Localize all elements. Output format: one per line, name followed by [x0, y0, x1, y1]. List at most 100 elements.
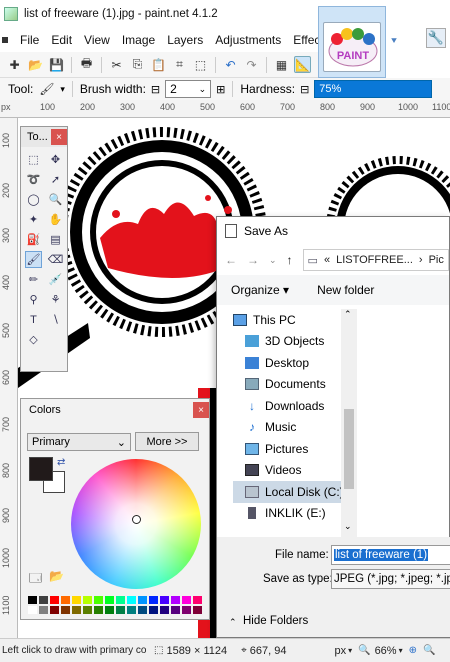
hide-folders-button[interactable]: Hide Folders: [243, 615, 308, 627]
palette-swatch[interactable]: [192, 595, 203, 605]
palette-swatch[interactable]: [104, 605, 115, 615]
image-thumbnail[interactable]: PAINT: [323, 22, 381, 72]
palette-swatch[interactable]: [93, 605, 104, 615]
grid-icon[interactable]: ▦: [273, 56, 290, 73]
organize-button[interactable]: Organize ▾: [231, 283, 289, 297]
up-arrow-icon[interactable]: ↑: [287, 253, 293, 267]
more-colors-button[interactable]: More >>: [135, 432, 199, 451]
palette-swatch[interactable]: [49, 605, 60, 615]
menu-layers[interactable]: Layers: [161, 33, 209, 47]
palette-swatch[interactable]: [49, 595, 60, 605]
units-select[interactable]: px: [334, 645, 346, 657]
palette-swatch[interactable]: [104, 595, 115, 605]
brush-width-combo[interactable]: 2 ⌄: [165, 80, 212, 98]
eraser-icon[interactable]: ⌫: [47, 251, 64, 268]
move-selection-icon[interactable]: ➚: [47, 171, 64, 188]
color-picker-icon[interactable]: 💉: [47, 271, 64, 288]
scroll-up-icon[interactable]: ⌃: [344, 309, 352, 320]
palette-swatch[interactable]: [38, 595, 49, 605]
ruler-icon[interactable]: 📐: [294, 56, 311, 73]
scroll-down-icon[interactable]: ⌄: [344, 521, 352, 532]
gradient-icon[interactable]: ▤: [47, 231, 64, 248]
tree-item-pictures[interactable]: Pictures: [233, 438, 357, 460]
cut-icon[interactable]: ✂: [108, 56, 125, 73]
brush-width-increase[interactable]: ⊞: [216, 83, 225, 96]
file-name-input[interactable]: list of freeware (1): [331, 545, 450, 565]
menu-view[interactable]: View: [78, 33, 116, 47]
palette-swatch[interactable]: [159, 595, 170, 605]
dialog-title-bar[interactable]: Save As: [217, 217, 449, 245]
palette-swatch[interactable]: [71, 605, 82, 615]
move-selected-icon[interactable]: ✥: [47, 151, 64, 168]
palette-swatch[interactable]: [192, 605, 203, 615]
rectangle-select-icon[interactable]: ⬚: [25, 151, 42, 168]
tree-item-music[interactable]: ♪ Music: [233, 417, 357, 439]
clone-stamp-icon[interactable]: ⚲: [25, 291, 42, 308]
color-mode-dropdown[interactable]: Primary ⌄: [27, 433, 131, 451]
redo-icon[interactable]: ↷: [243, 56, 260, 73]
palette-swatch[interactable]: [181, 595, 192, 605]
line-curve-icon[interactable]: ∖: [47, 311, 64, 328]
ellipse-select-icon[interactable]: ◯: [25, 191, 42, 208]
tree-item-desktop[interactable]: Desktop: [233, 352, 357, 374]
zoom-level[interactable]: 66%: [375, 645, 397, 657]
recolor-icon[interactable]: ⚘: [47, 291, 64, 308]
palette-swatch[interactable]: [60, 605, 71, 615]
fit-window-icon[interactable]: ⊕: [409, 645, 417, 656]
tools-close-button[interactable]: ×: [51, 129, 67, 145]
palette-swatch[interactable]: [82, 605, 93, 615]
palette-swatch[interactable]: [137, 605, 148, 615]
palette-swatch[interactable]: [27, 605, 38, 615]
lasso-select-icon[interactable]: ➰: [25, 171, 42, 188]
primary-color-swatch[interactable]: [29, 457, 53, 481]
zoom-in-icon[interactable]: 🔍: [423, 645, 435, 656]
forward-arrow-icon[interactable]: →: [247, 253, 259, 267]
palette-swatch[interactable]: [27, 595, 38, 605]
zoom-icon[interactable]: 🔍: [47, 191, 64, 208]
palette-swatch[interactable]: [126, 605, 137, 615]
color-palette[interactable]: [27, 595, 203, 615]
tree-item-inklik[interactable]: INKLIK (E:): [233, 503, 357, 525]
palette-swatch[interactable]: [115, 605, 126, 615]
address-bar[interactable]: ▭ « LISTOFFREE... › Pic: [302, 249, 449, 271]
palette-swatch[interactable]: [115, 595, 126, 605]
back-arrow-icon[interactable]: ←: [225, 253, 237, 267]
tree-item-this-pc[interactable]: This PC: [233, 309, 357, 331]
hardness-slider[interactable]: 75%: [314, 80, 433, 98]
paint-bucket-icon[interactable]: ⛽: [25, 231, 42, 248]
palette-swatch[interactable]: [181, 605, 192, 615]
crop-icon[interactable]: ⌗: [171, 56, 188, 73]
palette-swatch[interactable]: [148, 605, 159, 615]
colors-window-header[interactable]: Colors ×: [21, 399, 209, 421]
paste-icon[interactable]: 📋: [150, 56, 167, 73]
tree-scrollbar[interactable]: ⌃ ⌄: [341, 309, 357, 537]
palette-swatch[interactable]: [148, 595, 159, 605]
palette-swatch[interactable]: [170, 605, 181, 615]
color-wheel-selector[interactable]: [132, 515, 141, 524]
text-icon[interactable]: T: [25, 311, 42, 328]
menu-adjustments[interactable]: Adjustments: [209, 33, 287, 47]
palette-swatch[interactable]: [82, 595, 93, 605]
new-file-icon[interactable]: ✚: [6, 56, 23, 73]
tree-item-3d-objects[interactable]: 3D Objects: [233, 331, 357, 353]
palette-swatch[interactable]: [38, 605, 49, 615]
pencil-icon[interactable]: ✏: [25, 271, 42, 288]
palette-swatch[interactable]: [71, 595, 82, 605]
menu-file[interactable]: File: [14, 33, 45, 47]
new-folder-button[interactable]: New folder: [317, 283, 374, 297]
chevron-down-icon[interactable]: ▾: [399, 646, 403, 655]
menu-edit[interactable]: Edit: [45, 33, 78, 47]
add-palette-icon[interactable]: 🗔: [29, 569, 42, 590]
tree-item-videos[interactable]: Videos: [233, 460, 357, 482]
address-next[interactable]: Pic: [429, 254, 444, 266]
save-icon[interactable]: 💾: [48, 56, 65, 73]
magic-wand-icon[interactable]: ✦: [25, 211, 42, 228]
colors-close-button[interactable]: ×: [193, 402, 209, 418]
palette-swatch[interactable]: [93, 595, 104, 605]
palette-swatch[interactable]: [159, 605, 170, 615]
palette-swatch[interactable]: [137, 595, 148, 605]
deselect-icon[interactable]: ⬚: [192, 56, 209, 73]
chevron-down-icon[interactable]: ▾: [348, 646, 352, 655]
swap-colors-icon[interactable]: ⇄: [57, 457, 65, 468]
thumbnail-dropdown-icon[interactable]: ⯆: [390, 36, 398, 47]
